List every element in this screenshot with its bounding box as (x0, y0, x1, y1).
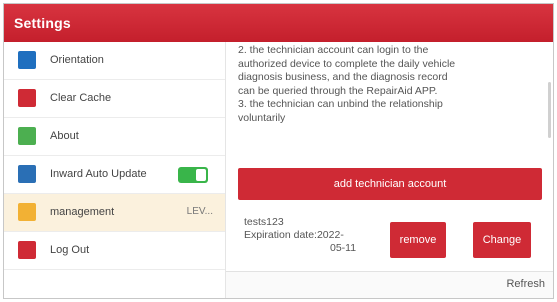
add-technician-account-button[interactable]: add technician account (238, 168, 542, 200)
sidebar-item-clear-cache[interactable]: Clear Cache (4, 80, 225, 118)
management-badge: LEV... (186, 206, 213, 217)
sidebar-item-label: Clear Cache (50, 92, 112, 104)
technician-account-row: tests123 Expiration date:2022- 05-11 rem… (226, 206, 553, 272)
content-panel: 2. the technician account can login to t… (226, 42, 553, 298)
expiration-date-cont: 05-11 (330, 242, 357, 254)
update-icon (18, 165, 36, 183)
account-name: tests123 (244, 216, 284, 228)
about-icon (18, 127, 36, 145)
description-line: can be queried through the RepairAid APP… (238, 84, 438, 97)
orientation-icon (18, 51, 36, 69)
clear-cache-icon (18, 89, 36, 107)
logout-icon (18, 241, 36, 259)
expiration-date: Expiration date:2022- (244, 229, 344, 241)
sidebar-item-label: About (50, 130, 79, 142)
sidebar-item-label: Log Out (50, 244, 90, 256)
remove-button[interactable]: remove (390, 222, 446, 258)
change-button[interactable]: Change (473, 222, 531, 258)
account-info: tests123 Expiration date:2022- 05-11 (244, 216, 356, 255)
management-icon (18, 203, 36, 221)
sidebar-item-management[interactable]: management LEV... (4, 194, 225, 232)
footer-bar: Refresh (226, 271, 553, 298)
refresh-button[interactable]: Refresh (506, 278, 545, 290)
description-line: 3. the technician can unbind the relatio… (238, 98, 443, 110)
sidebar-item-auto-update[interactable]: Inward Auto Update (4, 156, 225, 194)
settings-window: Settings Orientation Clear Cache About I… (3, 3, 554, 299)
scrollbar[interactable] (548, 82, 551, 138)
header-bar: Settings (4, 4, 553, 46)
description-line: diagnosis business, and the diagnosis re… (238, 71, 448, 83)
sidebar-item-logout[interactable]: Log Out (4, 232, 225, 270)
description-line: voluntarily (238, 111, 286, 124)
description-line: authorized device to complete the daily … (238, 57, 456, 70)
sidebar-item-label: Orientation (50, 54, 104, 66)
sidebar: Orientation Clear Cache About Inward Aut… (4, 42, 226, 298)
page-title: Settings (14, 15, 71, 31)
auto-update-toggle[interactable] (178, 167, 208, 183)
sidebar-item-label: Inward Auto Update (50, 168, 147, 180)
sidebar-item-label: management (50, 206, 115, 218)
sidebar-item-orientation[interactable]: Orientation (4, 42, 225, 80)
description-line: 2. the technician account can login to t… (238, 44, 429, 56)
technician-description: 2. the technician account can login to t… (238, 44, 540, 125)
sidebar-item-about[interactable]: About (4, 118, 225, 156)
